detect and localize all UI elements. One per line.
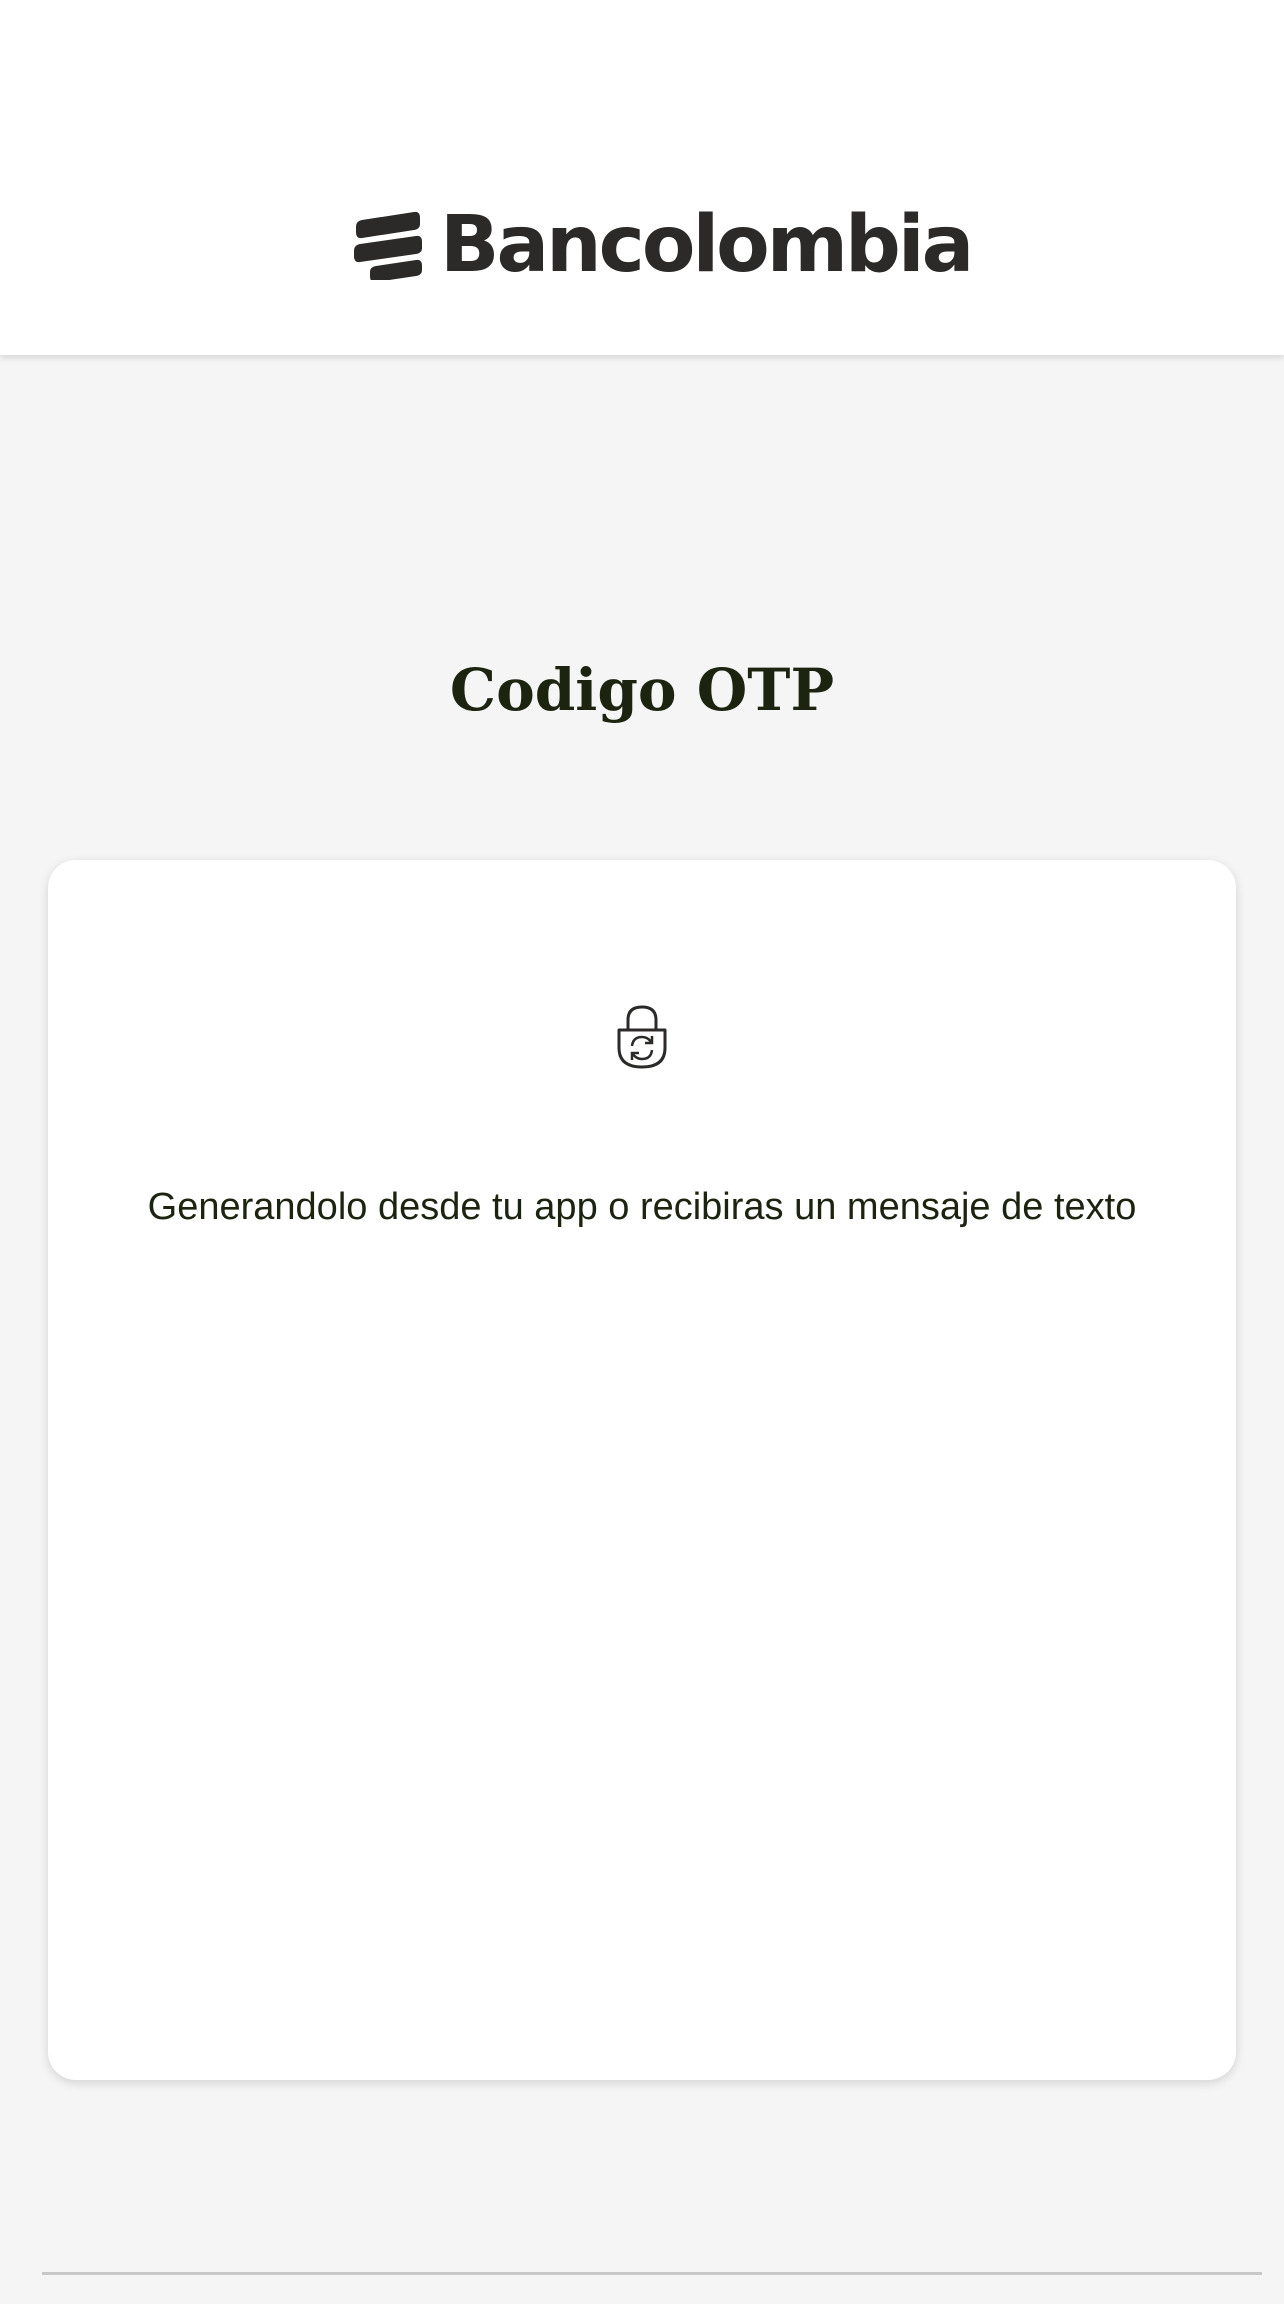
bancolombia-logo: Bancolombia xyxy=(352,200,974,290)
otp-card: Generandolo desde tu app o recibiras un … xyxy=(48,860,1236,2080)
lock-refresh-icon xyxy=(617,1005,667,1069)
app-header: Bancolombia xyxy=(0,0,1284,355)
brand-name: Bancolombia xyxy=(440,200,974,290)
otp-instructions-text: Generandolo desde tu app o recibiras un … xyxy=(147,1186,1137,1228)
bancolombia-stripes-logo-icon xyxy=(354,211,422,280)
footer-divider xyxy=(42,2272,1262,2275)
page-title: Codigo OTP xyxy=(449,656,835,724)
